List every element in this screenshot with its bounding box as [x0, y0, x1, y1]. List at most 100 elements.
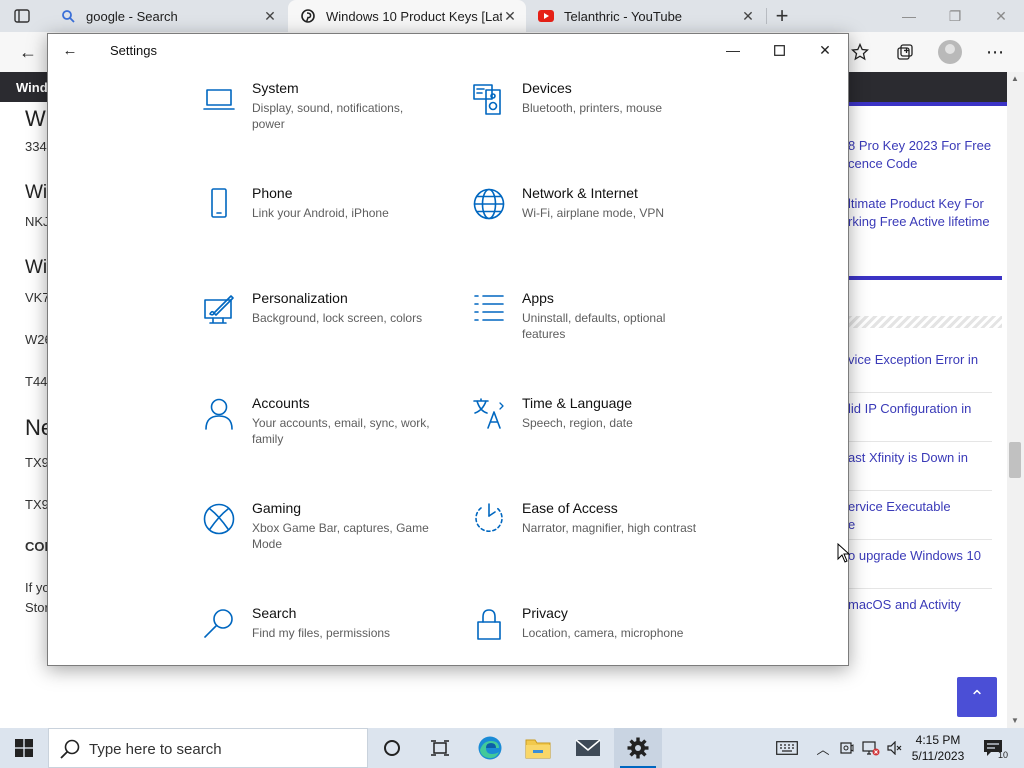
- file-explorer-button[interactable]: [514, 728, 562, 768]
- tab-separator: [766, 8, 767, 24]
- settings-item-desc: Background, lock screen, colors: [252, 311, 423, 325]
- gear-icon: [627, 737, 649, 759]
- page-scrollbar[interactable]: ▲ ▼: [1007, 72, 1024, 728]
- tray-app-button[interactable]: [838, 728, 856, 768]
- action-center-button[interactable]: 10: [978, 728, 1008, 768]
- network-disconnected-icon: [862, 741, 880, 756]
- scroll-down-icon[interactable]: ▼: [1011, 716, 1019, 725]
- network-status-button[interactable]: [860, 728, 882, 768]
- close-tab-icon[interactable]: ✕: [262, 8, 278, 24]
- settings-item-name: System: [252, 80, 299, 96]
- settings-item-gaming[interactable]: Gaming Xbox Game Bar, captures, Game Mod…: [202, 500, 452, 570]
- settings-item-ease-of-access[interactable]: Ease of Access Narrator, magnifier, high…: [472, 500, 722, 570]
- settings-item-accounts[interactable]: Accounts Your accounts, email, sync, wor…: [202, 395, 452, 465]
- settings-item-system[interactable]: System Display, sound, notifications, po…: [202, 80, 452, 150]
- ellipsis-icon: ⋯: [986, 41, 1004, 62]
- browser-restore-button[interactable]: ❐: [932, 0, 978, 32]
- pinterest-icon: [300, 8, 316, 24]
- sidebar-link[interactable]: lid IP Configuration in: [848, 401, 971, 416]
- article-text: Stor: [25, 600, 49, 615]
- sidebar-link[interactable]: o upgrade Windows 10: [848, 548, 981, 563]
- clock-date: 5/11/2023: [911, 749, 965, 763]
- browser-minimize-button[interactable]: —: [886, 0, 932, 32]
- magnifier-icon: [202, 607, 236, 641]
- settings-item-network[interactable]: Network & Internet Wi-Fi, airplane mode,…: [472, 185, 722, 255]
- person-icon: [202, 397, 236, 431]
- settings-item-name: Network & Internet: [522, 185, 638, 201]
- browser-close-button[interactable]: ✕: [978, 0, 1024, 32]
- show-hidden-icons-button[interactable]: ︿: [812, 728, 834, 768]
- arrow-left-icon: ←: [19, 41, 37, 62]
- volume-button[interactable]: [884, 728, 906, 768]
- sidebar-link[interactable]: vice Exception Error in: [848, 352, 978, 367]
- new-tab-button[interactable]: +: [770, 3, 794, 28]
- scrollbar-thumb[interactable]: [1009, 442, 1021, 478]
- article-text: VK7: [25, 290, 50, 305]
- speaker-muted-icon: [887, 741, 902, 755]
- settings-item-phone[interactable]: Phone Link your Android, iPhone: [202, 185, 452, 255]
- chevron-up-icon: ︿: [816, 741, 830, 757]
- taskbar-clock[interactable]: 4:15 PM 5/11/2023: [906, 732, 970, 764]
- tab-youtube[interactable]: Telanthric - YouTube ✕: [526, 0, 764, 32]
- tab-actions-button[interactable]: [8, 6, 36, 26]
- sidebar-link[interactable]: 8 Pro Key 2023 For Free: [848, 138, 991, 153]
- close-icon: ✕: [819, 41, 831, 58]
- site-brand[interactable]: Wind: [16, 80, 48, 95]
- task-view-button[interactable]: [416, 728, 464, 768]
- tab-google-search[interactable]: google - Search ✕: [48, 0, 286, 32]
- cortana-button[interactable]: [368, 728, 416, 768]
- globe-icon: [472, 187, 506, 221]
- settings-item-personalization[interactable]: Personalization Background, lock screen,…: [202, 290, 452, 360]
- scroll-to-top-button[interactable]: ⌃: [957, 677, 997, 717]
- settings-item-search[interactable]: Search Find my files, permissions: [202, 605, 452, 665]
- settings-taskbar-button[interactable]: [614, 728, 662, 768]
- collections-icon: [897, 44, 913, 60]
- edge-icon: [478, 736, 502, 760]
- tab-windows-product-keys[interactable]: Windows 10 Product Keys [Lates ✕: [288, 0, 526, 32]
- close-tab-icon[interactable]: ✕: [502, 8, 518, 24]
- search-icon: [60, 739, 80, 759]
- sidebar-link[interactable]: e: [848, 517, 855, 532]
- collections-button[interactable]: [891, 38, 919, 66]
- tab-label: Windows 10 Product Keys [Lates: [326, 8, 502, 24]
- devices-icon: [472, 82, 506, 116]
- settings-maximize-button[interactable]: [756, 34, 802, 66]
- favorites-button[interactable]: [846, 38, 874, 66]
- settings-item-name: Accounts: [252, 395, 310, 411]
- taskbar-search-box[interactable]: Type here to search: [48, 728, 368, 768]
- settings-item-privacy[interactable]: Privacy Location, camera, microphone: [472, 605, 722, 665]
- sidebar-link[interactable]: cence Code: [848, 156, 917, 171]
- settings-item-devices[interactable]: Devices Bluetooth, printers, mouse: [472, 80, 722, 150]
- tab-label: Telanthric - YouTube: [564, 8, 683, 24]
- close-tab-icon[interactable]: ✕: [740, 8, 756, 24]
- settings-item-name: Devices: [522, 80, 572, 96]
- sidebar-link[interactable]: macOS and Activity: [848, 597, 961, 612]
- scroll-up-icon[interactable]: ▲: [1011, 74, 1019, 83]
- sidebar-link[interactable]: ervice Executable: [848, 499, 951, 514]
- edge-taskbar-button[interactable]: [466, 728, 514, 768]
- article-text: TX9: [25, 497, 49, 512]
- settings-minimize-button[interactable]: —: [710, 34, 756, 66]
- settings-item-name: Gaming: [252, 500, 302, 516]
- start-button[interactable]: [0, 728, 48, 768]
- sidebar-link[interactable]: ast Xfinity is Down in: [848, 450, 968, 465]
- settings-more-button[interactable]: ⋯: [981, 38, 1009, 66]
- plus-icon: +: [775, 3, 789, 28]
- task-view-icon: [431, 740, 449, 756]
- input-indicator[interactable]: [772, 728, 802, 768]
- profile-avatar[interactable]: [938, 40, 962, 64]
- mail-button[interactable]: [564, 728, 612, 768]
- settings-item-desc: Xbox Game Bar, captures, Game Mode: [252, 521, 429, 551]
- article-heading: Wi: [25, 182, 48, 203]
- settings-close-button[interactable]: ✕: [802, 34, 848, 66]
- sidebar-divider: [848, 316, 1002, 328]
- ease-of-access-icon: [472, 502, 506, 536]
- sidebar-link[interactable]: ltimate Product Key For: [848, 196, 984, 211]
- browser-back-button[interactable]: ←: [14, 38, 42, 66]
- settings-categories: System Display, sound, notifications, po…: [48, 66, 848, 665]
- settings-item-time-language[interactable]: Time & Language Speech, region, date: [472, 395, 722, 465]
- settings-item-apps[interactable]: Apps Uninstall, defaults, optional featu…: [472, 290, 722, 360]
- sidebar-link[interactable]: rking Free Active lifetime: [848, 214, 990, 229]
- browser-tab-bar: google - Search ✕ Windows 10 Product Key…: [0, 0, 1024, 32]
- settings-back-button[interactable]: ←: [60, 40, 80, 60]
